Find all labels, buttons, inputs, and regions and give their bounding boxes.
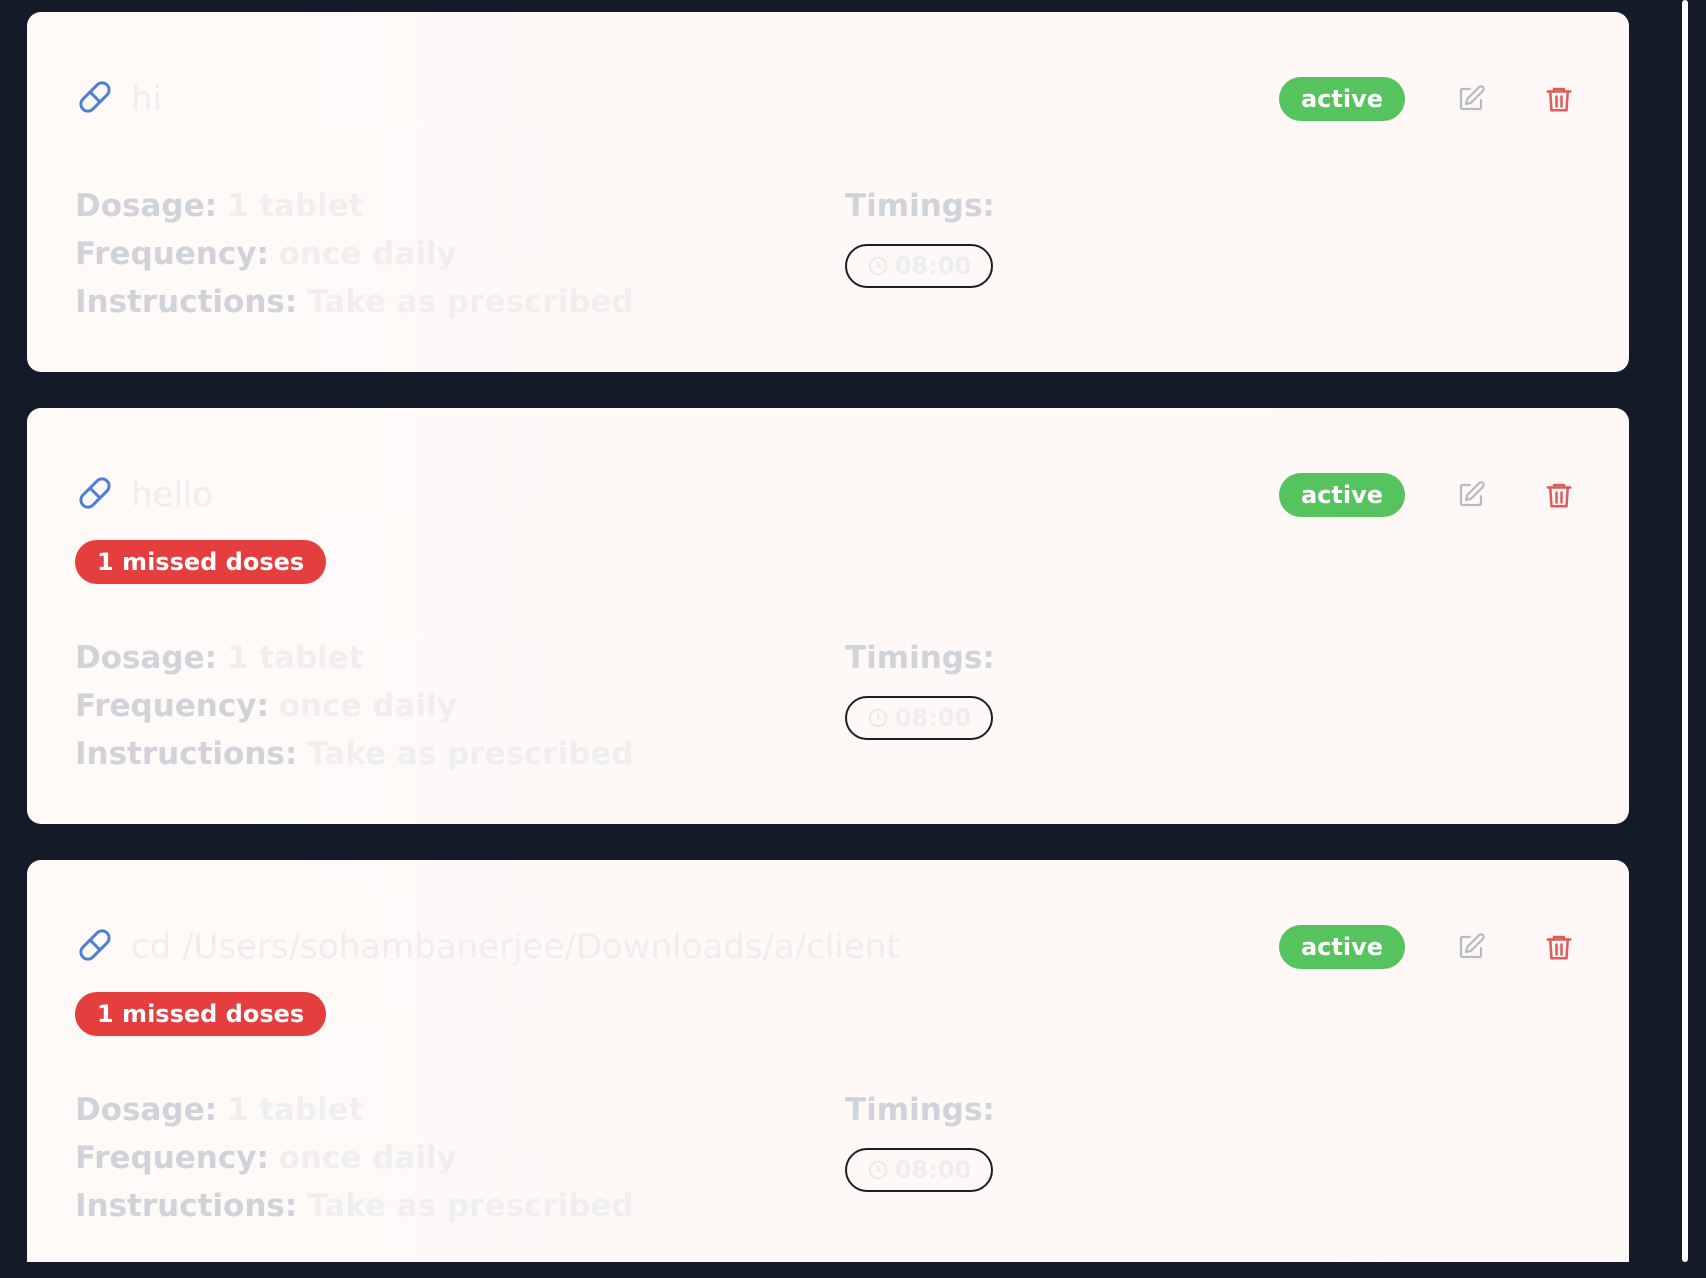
instructions-row: Instructions: Take as prescribed [75,730,795,778]
time-chip: 08:00 [845,244,993,288]
card-header: hello active [75,470,1581,520]
status-badge: active [1278,473,1405,517]
card-actions: active [1278,925,1581,969]
medication-name: hi [131,79,162,119]
time-chip: 08:00 [845,696,993,740]
edit-button[interactable] [1449,473,1493,517]
dosage-row: Dosage: 1 tablet [75,634,795,682]
clock-icon [868,256,887,276]
card-actions: active [1278,473,1581,517]
medication-name: cd /Users/sohambanerjee/Downloads/a/clie… [131,927,900,967]
medication-card: hello active 1 missed doses Dosage: 1 ta… [27,408,1629,824]
dosage-value: 1 tablet [226,640,364,676]
status-badge: active [1278,77,1405,121]
time-chip: 08:00 [845,1148,993,1192]
frequency-row: Frequency: once daily [75,230,795,278]
dosage-value: 1 tablet [226,188,364,224]
frequency-value: once daily [278,688,457,724]
dosage-value: 1 tablet [226,1092,364,1128]
status-badge: active [1278,925,1405,969]
timings-label: Timings: [845,1092,995,1128]
dosage-label: Dosage: [75,1092,218,1128]
scrollbar[interactable] [1678,0,1706,1278]
medication-card: hi active Dosage: 1 tablet Frequency: on… [27,12,1629,372]
medication-details: Dosage: 1 tablet Frequency: once daily I… [75,634,795,778]
timings-section: Timings: 08:00 [845,634,995,740]
edit-icon [1459,481,1485,507]
medication-details: Dosage: 1 tablet Frequency: once daily I… [75,1086,795,1230]
trash-icon [1546,483,1572,508]
missed-doses-badge: 1 missed doses [75,992,327,1036]
card-header: hi active [75,74,1581,124]
medication-list: hi active Dosage: 1 tablet Frequency: on… [0,0,1678,1262]
frequency-label: Frequency: [75,688,269,724]
timings-section: Timings: 08:00 [845,1086,995,1192]
dosage-label: Dosage: [75,640,218,676]
scrollbar-thumb[interactable] [1682,0,1688,1262]
card-actions: active [1278,77,1581,121]
dosage-row: Dosage: 1 tablet [75,1086,795,1134]
medication-name: hello [131,475,214,515]
instructions-row: Instructions: Take as prescribed [75,278,795,326]
edit-icon [1459,933,1485,959]
delete-button[interactable] [1537,77,1581,121]
edit-icon [1459,85,1485,111]
pill-icon [75,77,115,121]
trash-icon [1546,87,1572,112]
card-header: cd /Users/sohambanerjee/Downloads/a/clie… [75,922,1581,972]
dosage-row: Dosage: 1 tablet [75,182,795,230]
pill-icon [75,925,115,969]
instructions-label: Instructions: [75,284,298,320]
timings-label: Timings: [845,188,995,224]
instructions-value: Take as prescribed [307,736,634,772]
missed-doses-badge: 1 missed doses [75,540,327,584]
frequency-value: once daily [278,236,457,272]
frequency-label: Frequency: [75,1140,269,1176]
instructions-label: Instructions: [75,1188,298,1224]
time-value: 08:00 [894,704,972,732]
clock-icon [868,708,887,728]
frequency-label: Frequency: [75,236,269,272]
pill-icon [75,473,115,517]
edit-button[interactable] [1449,77,1493,121]
frequency-value: once daily [278,1140,457,1176]
timings-section: Timings: 08:00 [845,182,995,288]
timings-label: Timings: [845,640,995,676]
instructions-row: Instructions: Take as prescribed [75,1182,795,1230]
delete-button[interactable] [1537,925,1581,969]
clock-icon [868,1160,887,1180]
frequency-row: Frequency: once daily [75,1134,795,1182]
instructions-value: Take as prescribed [307,1188,634,1224]
medication-details: Dosage: 1 tablet Frequency: once daily I… [75,182,795,326]
dosage-label: Dosage: [75,188,218,224]
medication-card: cd /Users/sohambanerjee/Downloads/a/clie… [27,860,1629,1262]
trash-icon [1546,935,1572,960]
instructions-value: Take as prescribed [307,284,634,320]
edit-button[interactable] [1449,925,1493,969]
instructions-label: Instructions: [75,736,298,772]
time-value: 08:00 [894,1156,972,1184]
time-value: 08:00 [894,252,972,280]
delete-button[interactable] [1537,473,1581,517]
frequency-row: Frequency: once daily [75,682,795,730]
